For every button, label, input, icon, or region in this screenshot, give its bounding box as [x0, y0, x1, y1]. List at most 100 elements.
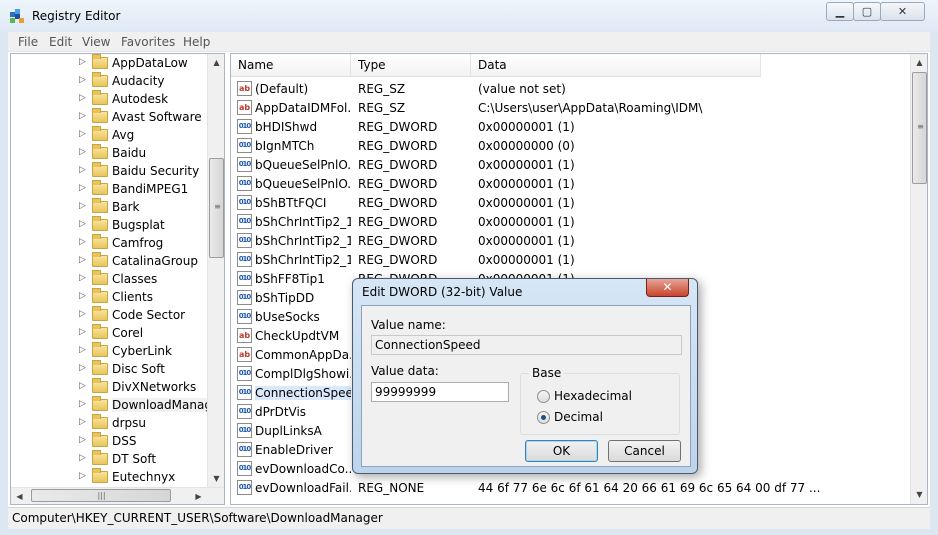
menu-edit[interactable]: Edit: [49, 35, 72, 49]
tree-item[interactable]: ▷ drpsu: [11, 414, 211, 432]
minimize-button[interactable]: ▁: [826, 2, 854, 21]
tree-item[interactable]: ▷ Disc Soft: [11, 360, 211, 378]
decimal-label[interactable]: Decimal: [554, 410, 603, 424]
scroll-left-arrow-icon[interactable]: ◀: [11, 488, 28, 504]
expand-arrow-icon[interactable]: ▷: [79, 255, 86, 265]
hexadecimal-label[interactable]: Hexadecimal: [554, 389, 632, 403]
tree-item[interactable]: ▷ Camfrog: [11, 234, 211, 252]
table-row[interactable]: 010 bShChrIntTip2_1 REG_DWORD 0x00000001 (1…: [231, 212, 911, 231]
scroll-up-arrow-icon[interactable]: ▲: [208, 54, 224, 71]
scroll-right-arrow-icon[interactable]: ▶: [190, 488, 207, 504]
tree-item[interactable]: ▷ Bugsplat: [11, 216, 211, 234]
dword-value-icon: 010: [237, 366, 252, 381]
value-data-input[interactable]: 99999999: [371, 382, 509, 402]
tree-item[interactable]: ▷ Baidu: [11, 144, 211, 162]
expand-arrow-icon[interactable]: ▷: [79, 147, 86, 157]
expand-arrow-icon[interactable]: ▷: [79, 291, 86, 301]
expand-arrow-icon[interactable]: ▷: [79, 273, 86, 283]
tree-scroll-thumb[interactable]: ≡: [209, 158, 224, 258]
table-row[interactable]: 010 bQueueSelPnlO... REG_DWORD 0x00000001 (…: [231, 174, 911, 193]
expand-arrow-icon[interactable]: ▷: [79, 345, 86, 355]
column-header-data[interactable]: Data: [471, 54, 761, 77]
tree-item[interactable]: ▷ Clients: [11, 288, 211, 306]
tree-hscroll-thumb[interactable]: |||: [31, 489, 171, 502]
menu-favorites[interactable]: Favorites: [121, 35, 175, 49]
expand-arrow-icon[interactable]: ▷: [79, 93, 86, 103]
expand-arrow-icon[interactable]: ▷: [79, 237, 86, 247]
table-row[interactable]: 010 bIgnMTCh REG_DWORD 0x00000000 (0): [231, 136, 911, 155]
expand-arrow-icon[interactable]: ▷: [79, 417, 86, 427]
expand-arrow-icon[interactable]: ▷: [79, 111, 86, 121]
scroll-up-arrow-icon[interactable]: ▲: [911, 54, 927, 71]
tree-item[interactable]: ▷ CyberLink: [11, 342, 211, 360]
table-row[interactable]: 010 evDownloadFail... REG_NONE 44 6f 77 6e …: [231, 478, 911, 497]
tree-item[interactable]: ▷ Eutechnyx: [11, 468, 211, 486]
tree-item[interactable]: ▷ Baidu Security: [11, 162, 211, 180]
table-row[interactable]: ab AppDataIDMFol... REG_SZ C:\Users\user\Ap…: [231, 98, 911, 117]
scroll-down-arrow-icon[interactable]: ▼: [208, 470, 224, 487]
tree-item[interactable]: ▷ Bark: [11, 198, 211, 216]
folder-icon: [92, 90, 108, 105]
tree-item[interactable]: ▷ DT Soft: [11, 450, 211, 468]
expand-arrow-icon[interactable]: ▷: [79, 129, 86, 139]
decimal-radio[interactable]: [537, 411, 550, 424]
expand-arrow-icon[interactable]: ▷: [79, 327, 86, 337]
list-vertical-scrollbar[interactable]: ▲ ≡ ▼: [910, 54, 927, 504]
menu-view[interactable]: View: [82, 35, 110, 49]
tree-item[interactable]: ▷ Avast Software: [11, 108, 211, 126]
tree-item-label: Clients: [112, 290, 153, 304]
expand-arrow-icon[interactable]: ▷: [79, 363, 86, 373]
table-row[interactable]: 010 bShBTtFQCI REG_DWORD 0x00000001 (1): [231, 193, 911, 212]
cancel-button[interactable]: Cancel: [608, 440, 681, 462]
tree-item[interactable]: ▷ AppDataLow: [11, 54, 211, 72]
menu-help[interactable]: Help: [183, 35, 210, 49]
table-row[interactable]: 010 bQueueSelPnlO... REG_DWORD 0x00000001 (…: [231, 155, 911, 174]
maximize-button[interactable]: ▢: [853, 2, 881, 21]
tree-horizontal-scrollbar[interactable]: ◀ ||| ▶: [11, 487, 224, 504]
tree-item[interactable]: ▷ Audacity: [11, 72, 211, 90]
ok-button[interactable]: OK: [525, 440, 598, 462]
tree-item[interactable]: ▷ Corel: [11, 324, 211, 342]
menu-file[interactable]: File: [18, 35, 38, 49]
table-row[interactable]: ab (Default) REG_SZ (value not set): [231, 79, 911, 98]
expand-arrow-icon[interactable]: ▷: [79, 219, 86, 229]
tree-item[interactable]: ▷ BandiMPEG1: [11, 180, 211, 198]
expand-arrow-icon[interactable]: ▷: [79, 75, 86, 85]
tree-item[interactable]: ▷ DownloadManager: [11, 396, 224, 414]
expand-arrow-icon[interactable]: ▷: [79, 453, 86, 463]
expand-arrow-icon[interactable]: ▷: [79, 435, 86, 445]
table-row[interactable]: 010 bShChrIntTip2_12 REG_DWORD 0x00000001 (…: [231, 250, 911, 269]
expand-arrow-icon[interactable]: ▷: [79, 165, 86, 175]
expand-arrow-icon[interactable]: ▷: [79, 309, 86, 319]
window-title: Registry Editor: [32, 9, 121, 23]
table-row[interactable]: 010 bHDIShwd REG_DWORD 0x00000001 (1): [231, 117, 911, 136]
tree-item[interactable]: ▷ Code Sector: [11, 306, 211, 324]
expand-arrow-icon[interactable]: ▷: [79, 471, 86, 481]
scroll-down-arrow-icon[interactable]: ▼: [911, 486, 927, 503]
tree-item[interactable]: ▷ DivXNetworks: [11, 378, 211, 396]
folder-icon: [92, 432, 108, 447]
hexadecimal-radio[interactable]: [537, 390, 550, 403]
table-row[interactable]: 010 bShChrIntTip2_10 REG_DWORD 0x00000001 (…: [231, 231, 911, 250]
list-scroll-thumb[interactable]: ≡: [912, 72, 927, 184]
tree-vertical-scrollbar[interactable]: ▲ ≡ ▼: [207, 54, 224, 487]
expand-arrow-icon[interactable]: ▷: [79, 381, 86, 391]
expand-arrow-icon[interactable]: ▷: [79, 399, 86, 409]
expand-arrow-icon[interactable]: ▷: [79, 201, 86, 211]
tree-item[interactable]: ▷ Autodesk: [11, 90, 211, 108]
column-header-type[interactable]: Type: [351, 54, 471, 77]
value-name-cell: bShBTtFQCI: [255, 196, 327, 210]
dialog-close-button[interactable]: ✕: [646, 279, 689, 297]
expand-arrow-icon[interactable]: ▷: [79, 57, 86, 67]
folder-icon: [92, 450, 108, 465]
close-button[interactable]: ✕: [880, 2, 925, 21]
dialog-body: Value name: ConnectionSpeed Value data: …: [361, 305, 691, 467]
tree-item[interactable]: ▷ DSS: [11, 432, 211, 450]
column-header-name[interactable]: Name: [231, 54, 351, 77]
tree-item[interactable]: ▷ Avg: [11, 126, 211, 144]
dword-value-icon: 010: [237, 119, 252, 134]
tree-item[interactable]: ▷ CatalinaGroup: [11, 252, 211, 270]
registry-tree[interactable]: ▷ AppDataLow ▷ Audacity ▷ Autodesk ▷ Avast Soft…: [10, 53, 225, 505]
expand-arrow-icon[interactable]: ▷: [79, 183, 86, 193]
tree-item[interactable]: ▷ Classes: [11, 270, 211, 288]
